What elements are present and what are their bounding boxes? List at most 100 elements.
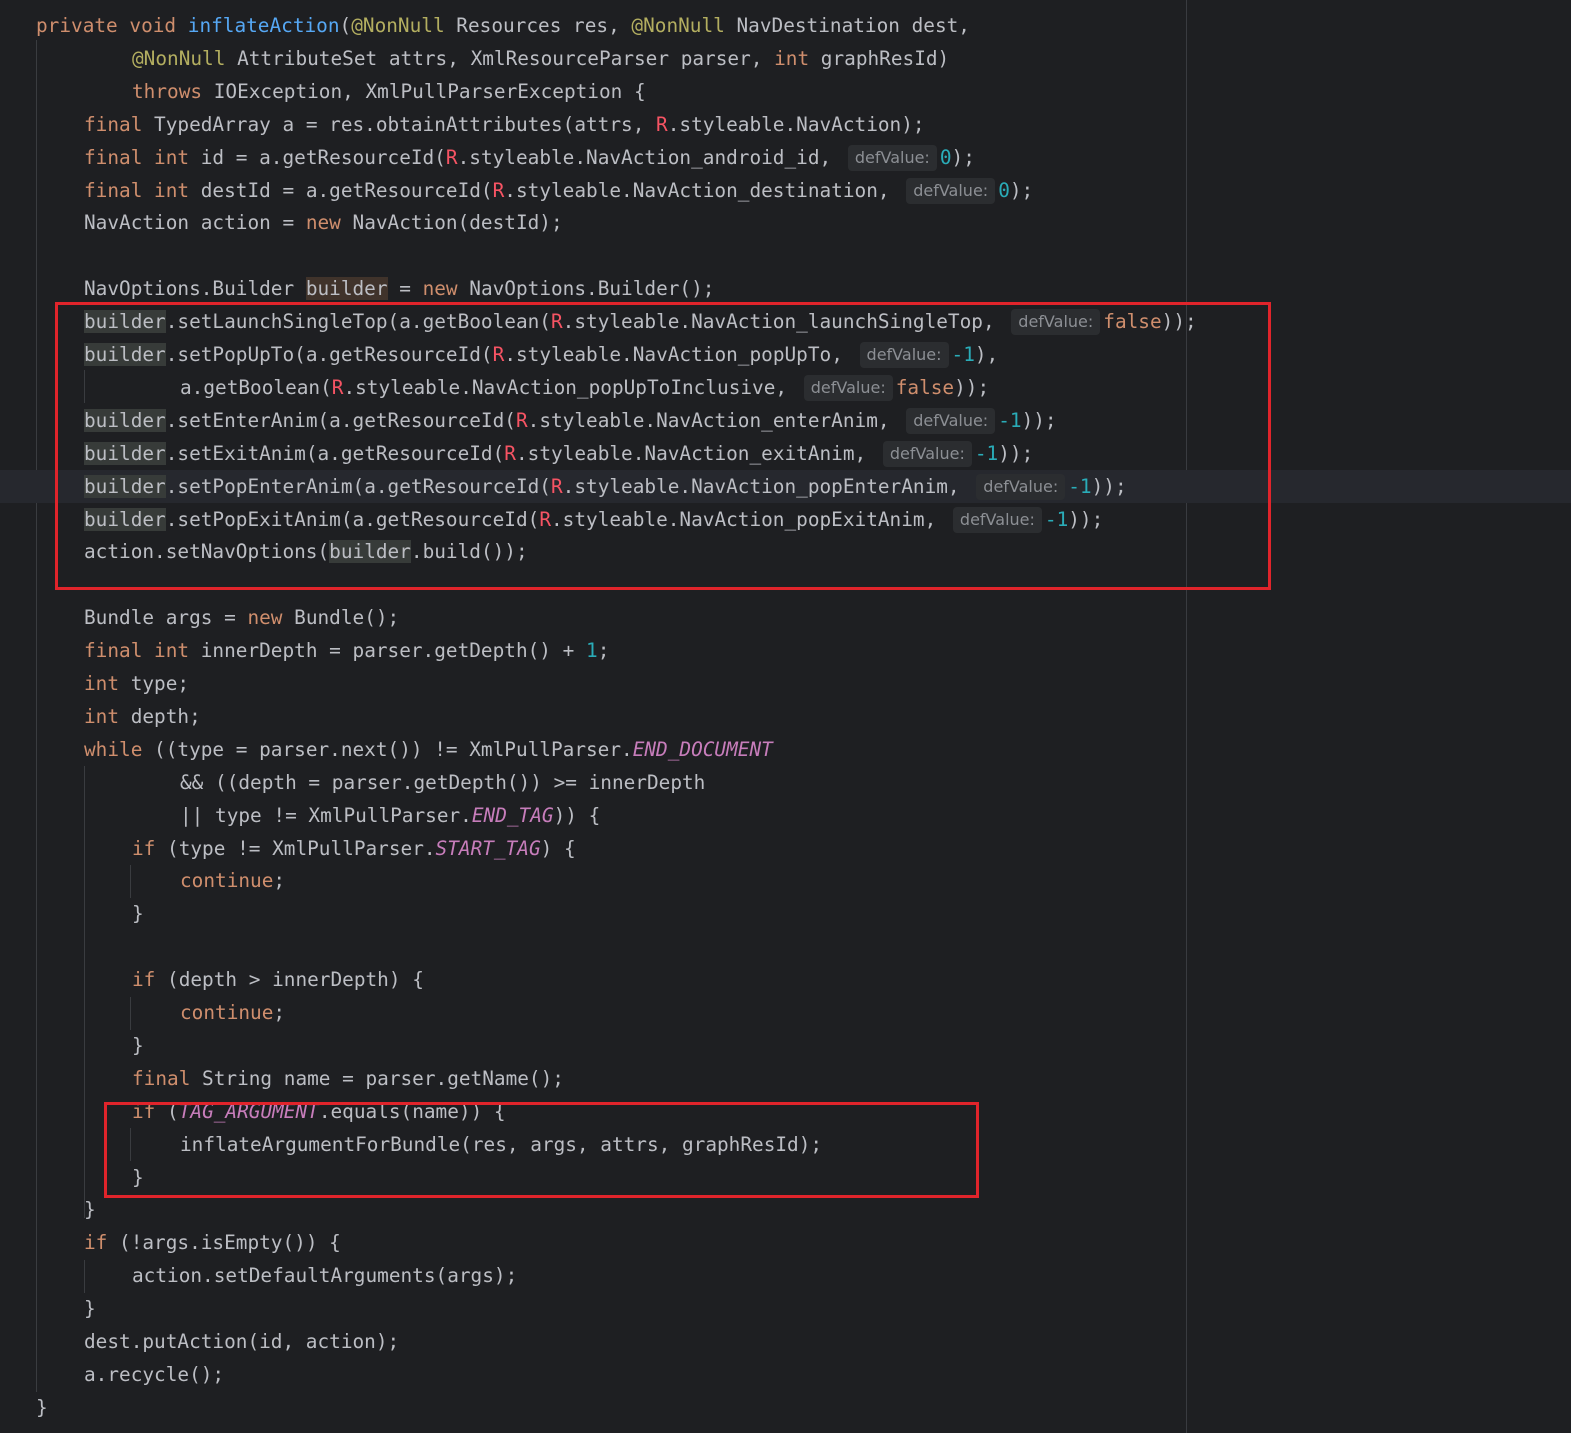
code-text: private void inflateAction(@NonNull Reso… [36,9,970,42]
code-token: int [84,704,120,728]
code-token: END_TAG [471,803,554,827]
code-token: (type != XmlPullParser. [155,836,436,860]
code-text: if (type != XmlPullParser.START_TAG) { [132,832,576,865]
code-line[interactable]: int depth; [0,700,1571,733]
code-line[interactable]: while ((type = parser.next()) != XmlPull… [0,733,1571,766]
code-token: 0 [939,145,952,169]
code-token: NavOptions.Builder(); [457,277,715,301]
code-text: final String name = parser.getName(); [132,1062,564,1095]
code-line[interactable]: && ((depth = parser.getDepth()) >= inner… [0,766,1571,799]
code-token: int [84,672,120,695]
code-text: continue; [180,996,285,1029]
code-line[interactable]: @NonNull AttributeSet attrs, XmlResource… [0,42,1571,75]
code-token: depth; [119,704,201,728]
code-line[interactable]: if (!args.isEmpty()) { [0,1226,1571,1259]
code-line[interactable]: private void inflateAction(@NonNull Reso… [0,9,1571,42]
code-line[interactable]: NavAction action = new NavAction(destId)… [0,206,1571,239]
code-token: destId = a.getResourceId( [189,178,493,202]
code-token: new [305,211,341,235]
code-line[interactable]: } [0,1391,1571,1424]
code-text: NavOptions.Builder builder = new NavOpti… [84,272,714,305]
code-token: ( [339,14,352,37]
code-line[interactable]: if (depth > innerDepth) { [0,963,1571,996]
code-text: dest.putAction(id, action); [84,1325,399,1358]
code-token: final int [84,145,190,169]
code-line[interactable]: final int destId = a.getResourceId(R.sty… [0,174,1571,207]
code-text: Bundle args = new Bundle(); [84,601,399,634]
code-token: @NonNull [132,46,226,70]
code-line[interactable]: if (type != XmlPullParser.START_TAG) { [0,832,1571,865]
code-token: NavAction action = [84,211,306,235]
code-text: if (!args.isEmpty()) { [84,1226,341,1259]
code-token: a.recycle(); [84,1362,225,1386]
code-line[interactable]: continue; [0,864,1571,897]
code-text: int depth; [84,700,201,733]
code-token: if [132,968,156,992]
code-token: continue [180,1001,274,1024]
code-token: .styleable.NavAction); [667,112,925,136]
code-token: ; [597,639,610,663]
code-token: R [656,112,668,136]
highlight-box-builder-options [55,302,1271,590]
code-line[interactable]: } [0,897,1571,930]
code-token: = [387,277,423,301]
code-token: type; [119,672,190,695]
code-text: || type != XmlPullParser.END_TAG)) { [180,799,600,832]
code-token: } [84,1297,96,1321]
code-token: )) [553,803,577,827]
code-token: id = a.getResourceId( [189,145,446,169]
code-text: final int innerDepth = parser.getDepth()… [84,634,609,667]
code-line[interactable]: action.setDefaultArguments(args); [0,1259,1571,1292]
code-token: } [84,1198,96,1222]
code-token: @NonNull [351,14,445,37]
code-line[interactable]: Bundle args = new Bundle(); [0,601,1571,634]
code-text: } [84,1292,96,1325]
code-token: ; [273,1001,286,1024]
code-text: action.setDefaultArguments(args); [132,1259,517,1292]
code-token: ); [951,145,975,169]
code-token: .styleable.NavAction_android_id, [457,145,843,169]
code-line[interactable]: } [0,1193,1571,1226]
code-line[interactable]: final int innerDepth = parser.getDepth()… [0,634,1571,667]
code-token: graphResId) [809,46,950,70]
code-line[interactable] [0,239,1571,272]
code-text: } [132,897,144,930]
code-token: ((type = parser.next()) != XmlPullParser… [142,737,633,761]
code-line[interactable]: dest.putAction(id, action); [0,1325,1571,1358]
code-text: final TypedArray a = res.obtainAttribute… [84,108,925,141]
code-text: } [36,1391,48,1424]
code-line[interactable]: final int id = a.getResourceId(R.styleab… [0,141,1571,174]
code-line[interactable]: } [0,1029,1571,1062]
code-token: @NonNull [631,14,725,37]
code-token: final int [84,639,190,663]
highlight-box-tag-argument [104,1102,979,1198]
code-token: new [422,277,458,301]
code-editor[interactable]: private void inflateAction(@NonNull Reso… [0,0,1571,1433]
code-line[interactable]: NavOptions.Builder builder = new NavOpti… [0,272,1571,305]
code-line[interactable] [0,930,1571,963]
code-token: (depth > innerDepth) { [155,968,424,992]
code-token: final [84,112,143,136]
code-line[interactable]: a.recycle(); [0,1358,1571,1391]
code-token: action.setDefaultArguments(args); [132,1264,518,1288]
code-token: final int [84,178,190,202]
code-token: R [445,145,458,169]
code-text: while ((type = parser.next()) != XmlPull… [84,733,773,766]
code-token: Bundle(); [282,606,400,630]
code-token: } [132,902,144,926]
code-token: new [247,606,283,630]
code-line[interactable]: throws IOException, XmlPullParserExcepti… [0,75,1571,108]
code-token: while [84,737,143,761]
code-line[interactable]: final String name = parser.getName(); [0,1062,1571,1095]
code-token: } [132,1033,144,1057]
code-line[interactable]: int type; [0,667,1571,700]
code-token: continue [180,869,274,893]
code-line[interactable]: || type != XmlPullParser.END_TAG)) { [0,799,1571,832]
code-line[interactable]: final TypedArray a = res.obtainAttribute… [0,108,1571,141]
code-token: dest.putAction(id, action); [84,1330,400,1353]
code-token: NavDestination dest, [724,14,971,37]
code-line[interactable]: continue; [0,996,1571,1029]
code-line[interactable]: } [0,1292,1571,1325]
code-token: } [36,1395,48,1419]
code-token: innerDepth = parser.getDepth() + [189,639,586,663]
